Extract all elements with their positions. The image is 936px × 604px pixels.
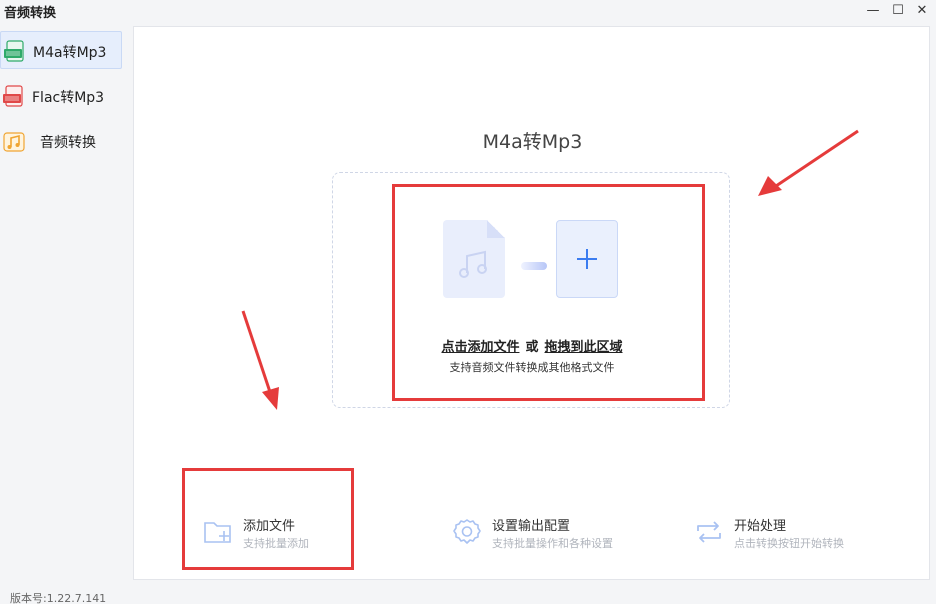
action-subtitle: 支持批量添加 (243, 537, 309, 550)
folder-add-icon (204, 522, 231, 543)
output-settings-button[interactable]: 设置输出配置 支持批量操作和各种设置 (452, 515, 652, 555)
sidebar-item-label: 音频转换 (40, 135, 96, 151)
start-processing-button[interactable]: 开始处理 点击转换按钮开始转换 (694, 515, 894, 555)
page-title: M4a转Mp3 (482, 131, 583, 153)
sidebar-item-flac-to-mp3[interactable]: Flac转Mp3 (0, 77, 122, 115)
music-note-icon (459, 250, 487, 278)
m4a-file-icon (4, 40, 24, 62)
app-title: 音频转换 (4, 6, 57, 21)
main-panel: M4a转Mp3 点击添加文件或拖拽到此区域 支持音频文件转换成其他格式文件 添加… (133, 26, 930, 580)
sidebar-item-label: Flac转Mp3 (32, 90, 105, 106)
drop-subtitle: 支持音频文件转换成其他格式文件 (449, 361, 615, 374)
click-add-file-link[interactable]: 点击添加文件 (441, 340, 519, 355)
sidebar-item-m4a-to-mp3[interactable]: M4a转Mp3 (0, 31, 122, 69)
gear-icon (453, 519, 481, 544)
sidebar: M4a转Mp3 Flac转Mp3 音频转换 (0, 26, 126, 586)
action-subtitle: 点击转换按钮开始转换 (734, 537, 844, 550)
drop-zone[interactable]: 点击添加文件或拖拽到此区域 支持音频文件转换成其他格式文件 (332, 172, 730, 408)
audio-file-placeholder (443, 220, 505, 298)
drag-here-link[interactable]: 拖拽到此区域 (545, 340, 623, 355)
close-button[interactable]: ✕ (908, 0, 936, 20)
sidebar-item-label: M4a转Mp3 (33, 45, 107, 61)
or-text: 或 (525, 340, 539, 355)
action-subtitle: 支持批量操作和各种设置 (492, 537, 613, 550)
plus-icon (577, 249, 597, 269)
action-title: 添加文件 (243, 519, 296, 534)
action-title: 开始处理 (734, 519, 787, 534)
minimize-icon: — (866, 2, 880, 18)
flac-file-icon (3, 85, 23, 107)
action-title: 设置输出配置 (492, 519, 571, 534)
title-bar: 音频转换 — ☐ ✕ (0, 0, 936, 22)
maximize-icon: ☐ (892, 2, 904, 18)
version-label: 版本号:1.22.7.141 (10, 592, 107, 604)
drop-instructions: 点击添加文件或拖拽到此区域 (333, 336, 731, 355)
sidebar-item-audio-convert[interactable]: 音频转换 (0, 122, 122, 160)
add-file-card[interactable] (556, 220, 618, 298)
connector-bar (521, 262, 547, 270)
music-note-icon (3, 132, 25, 152)
convert-arrows-icon (697, 521, 721, 543)
close-icon: ✕ (916, 2, 928, 18)
minimize-button[interactable]: — (859, 0, 887, 20)
add-file-button[interactable]: 添加文件 支持批量添加 (203, 515, 363, 555)
